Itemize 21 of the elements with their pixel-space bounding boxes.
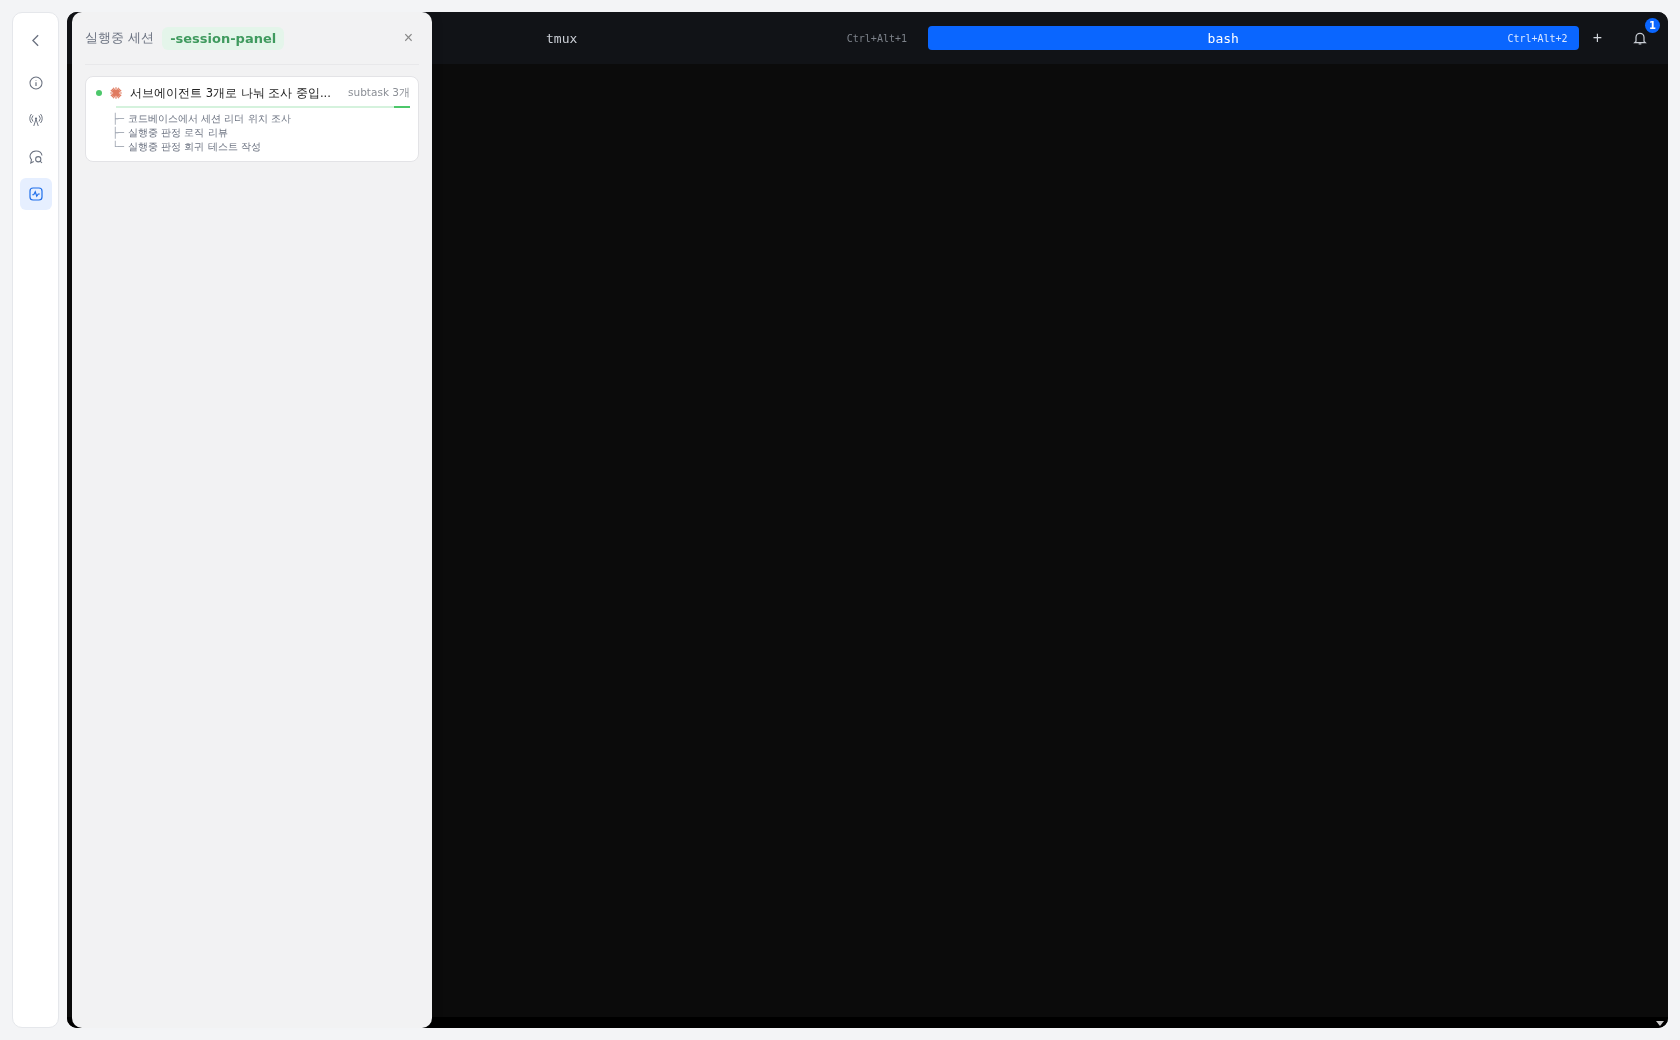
- panel-title: 실행중 세션: [85, 29, 155, 47]
- tree-branch: └─: [112, 140, 125, 154]
- subtask-text: 코드베이스에서 세션 리더 위치 조사: [128, 112, 291, 126]
- spark-icon: [109, 86, 123, 100]
- subtask-count: subtask 3개: [348, 86, 410, 100]
- add-tab-button[interactable]: +: [1588, 29, 1606, 47]
- tree-branch: ├─: [112, 112, 125, 126]
- scroll-down-icon[interactable]: [1656, 1021, 1664, 1026]
- debug-label: -session-panel: [162, 26, 285, 50]
- sidebar-button[interactable]: [19, 178, 52, 210]
- tree-branch: ├─: [112, 126, 125, 140]
- terminal-tab[interactable]: tmux Ctrl+Alt+1: [500, 26, 918, 50]
- session-title[interactable]: 서브에이전트 3개로 나눠 조사 중입...: [130, 85, 331, 101]
- chevron-left-icon: [32, 33, 39, 47]
- subtask-text: 실행중 판정 로직 리뷰: [128, 126, 228, 140]
- antenna-icon: [26, 111, 45, 129]
- terminal-tab[interactable]: bash Ctrl+Alt+2: [928, 26, 1579, 50]
- subtask-text: 실행중 판정 회귀 테스트 작성: [128, 140, 261, 154]
- info-icon: [26, 74, 45, 92]
- chat-search-icon: [26, 148, 45, 166]
- activity-icon: [26, 185, 45, 203]
